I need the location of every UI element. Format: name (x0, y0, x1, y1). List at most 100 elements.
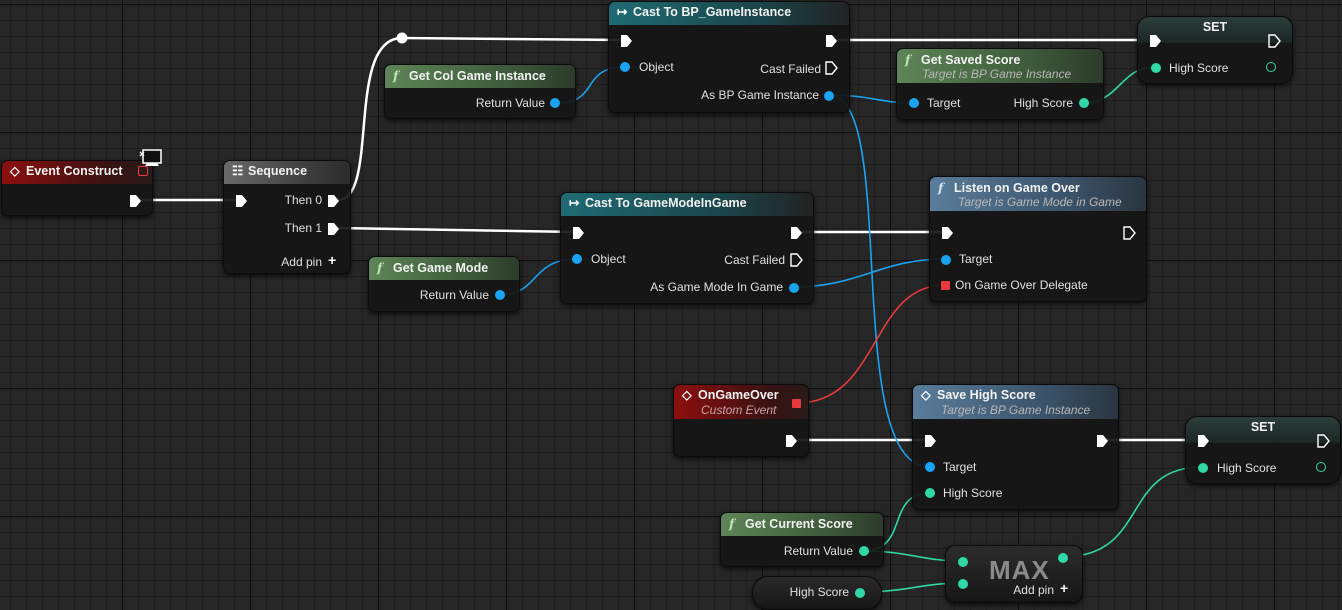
cast-gamemode-node[interactable]: ↦ Cast To GameModeInGame Object Cast Fail… (560, 192, 814, 304)
diamond-event-icon: ◇ (682, 388, 692, 402)
object-out-pin[interactable] (789, 283, 799, 293)
sequence-icon: ☷ (232, 164, 244, 178)
exec-in-pin[interactable] (571, 226, 585, 240)
node-header: f Get Saved Score Target is BP Game Insta… (897, 49, 1103, 83)
monitor-client-icon (139, 148, 162, 166)
exec-out-pin[interactable] (824, 61, 838, 75)
object-label: Object (639, 60, 674, 74)
max-node[interactable]: MAX Add pin + (945, 545, 1083, 603)
object-label: Object (591, 252, 626, 266)
function-f-icon: f (393, 68, 399, 83)
exec-in-pin[interactable] (940, 226, 954, 240)
float-out-pin[interactable] (859, 546, 869, 556)
high-score-label: High Score (943, 486, 1003, 500)
delegate-out-pin[interactable] (792, 399, 801, 408)
add-pin-button[interactable]: Add pin (281, 255, 322, 269)
event-construct-node[interactable]: ◇ Event Construct (1, 160, 153, 216)
high-score-label: High Score (1217, 461, 1277, 475)
exec-out-pin[interactable] (789, 253, 803, 267)
exec-out-pin[interactable] (1095, 434, 1109, 448)
as-game-mode-in-game-label: As Game Mode In Game (650, 280, 783, 294)
set-high-score-node[interactable]: SET High Score (1185, 416, 1341, 484)
float-in-pin[interactable] (1151, 63, 1161, 73)
cast-failed-label: Cast Failed (724, 253, 785, 267)
object-out-pin[interactable] (550, 98, 560, 108)
listen-game-over-node[interactable]: f Listen on Game Over Target is Game Mode… (929, 176, 1147, 302)
on-game-over-event-node[interactable]: ◇ OnGameOver Custom Event (673, 384, 809, 457)
function-f-icon: f (377, 260, 383, 275)
exec-out-pin[interactable] (326, 194, 340, 208)
delegate-in-pin[interactable] (941, 281, 950, 290)
exec-out-pin[interactable] (1267, 34, 1281, 48)
function-f-icon: f (938, 180, 944, 195)
exec-out-pin[interactable] (326, 222, 340, 236)
node-header: ↦ Cast To GameModeInGame (561, 193, 813, 216)
high-score-label: High Score (1013, 96, 1073, 110)
get-col-game-instance-node[interactable]: f Get Col Game Instance Return Value (384, 64, 576, 119)
get-current-score-node[interactable]: f Get Current Score Return Value (720, 512, 884, 567)
float-out-pin[interactable] (1316, 462, 1326, 472)
node-header: ◇ Event Construct (2, 161, 152, 184)
exec-in-pin[interactable] (234, 194, 248, 208)
add-pin-button[interactable]: Add pin (1013, 583, 1054, 597)
cast-failed-label: Cast Failed (760, 62, 821, 76)
float-out-pin[interactable] (855, 588, 865, 598)
diamond-event-icon: ◇ (10, 164, 20, 178)
on-game-over-delegate-label: On Game Over Delegate (955, 278, 1088, 292)
target-label: Target (943, 460, 977, 474)
exec-out-pin[interactable] (784, 434, 798, 448)
exec-out-pin[interactable] (1316, 434, 1330, 448)
float-in-pin[interactable] (925, 488, 935, 498)
reroute-knot (396, 32, 408, 44)
cast-bp-gameinstance-node[interactable]: ↦ Cast To BP_GameInstance Object Cast Fai… (608, 1, 850, 113)
node-header: f Get Col Game Instance (385, 65, 575, 88)
object-in-pin[interactable] (620, 62, 630, 72)
node-header: f Get Current Score (721, 513, 883, 536)
get-saved-score-node[interactable]: f Get Saved Score Target is BP Game Insta… (896, 48, 1104, 120)
plus-icon[interactable]: + (1060, 580, 1068, 596)
object-out-pin[interactable] (824, 91, 834, 101)
high-score-variable-node[interactable]: High Score (752, 576, 882, 610)
exec-in-pin[interactable] (1196, 434, 1210, 448)
then0-label: Then 0 (284, 193, 322, 207)
exec-in-pin[interactable] (1148, 34, 1162, 48)
max-title: MAX (989, 555, 1050, 585)
then1-label: Then 1 (284, 221, 322, 235)
target-label: Target (927, 96, 961, 110)
object-in-pin[interactable] (909, 98, 919, 108)
exec-in-pin[interactable] (619, 34, 633, 48)
plus-icon[interactable]: + (328, 252, 336, 268)
node-header: f Listen on Game Over Target is Game Mode… (930, 177, 1146, 211)
object-in-pin[interactable] (572, 254, 582, 264)
function-f-icon: f (729, 516, 735, 531)
float-out-pin[interactable] (1266, 62, 1276, 72)
float-out-pin[interactable] (1058, 553, 1068, 563)
exec-in-pin[interactable] (923, 434, 937, 448)
exec-out-pin[interactable] (789, 226, 803, 240)
node-header: ☷ Sequence (224, 161, 350, 184)
float-out-pin[interactable] (1079, 98, 1089, 108)
set-high-score-node[interactable]: SET High Score (1137, 16, 1293, 84)
object-in-pin[interactable] (941, 255, 951, 265)
float-in-pin[interactable] (1198, 463, 1208, 473)
exec-out-pin[interactable] (128, 194, 142, 208)
diamond-function-icon: ◇ (921, 388, 931, 402)
float-in-pin[interactable] (958, 579, 968, 589)
float-in-pin[interactable] (958, 557, 968, 567)
node-header: ◇ Save High Score Target is BP Game Insta… (913, 385, 1118, 419)
cast-arrow-icon: ↦ (617, 5, 628, 19)
exec-out-pin[interactable] (824, 34, 838, 48)
node-header: ◇ OnGameOver Custom Event (674, 385, 808, 419)
object-in-pin[interactable] (925, 462, 935, 472)
return-value-label: Return Value (783, 544, 853, 558)
sequence-node[interactable]: ☷ Sequence Then 0 Then 1 Add pin + (223, 160, 351, 274)
save-high-score-node[interactable]: ◇ Save High Score Target is BP Game Insta… (912, 384, 1119, 510)
object-out-pin[interactable] (495, 290, 505, 300)
cast-arrow-icon: ↦ (569, 196, 580, 210)
exec-out-pin[interactable] (1122, 226, 1136, 240)
get-game-mode-node[interactable]: f Get Game Mode Return Value (368, 256, 520, 312)
high-score-label: High Score (789, 585, 849, 599)
function-f-icon: f (905, 52, 911, 67)
node-header: f Get Game Mode (369, 257, 519, 280)
target-label: Target (959, 252, 993, 266)
